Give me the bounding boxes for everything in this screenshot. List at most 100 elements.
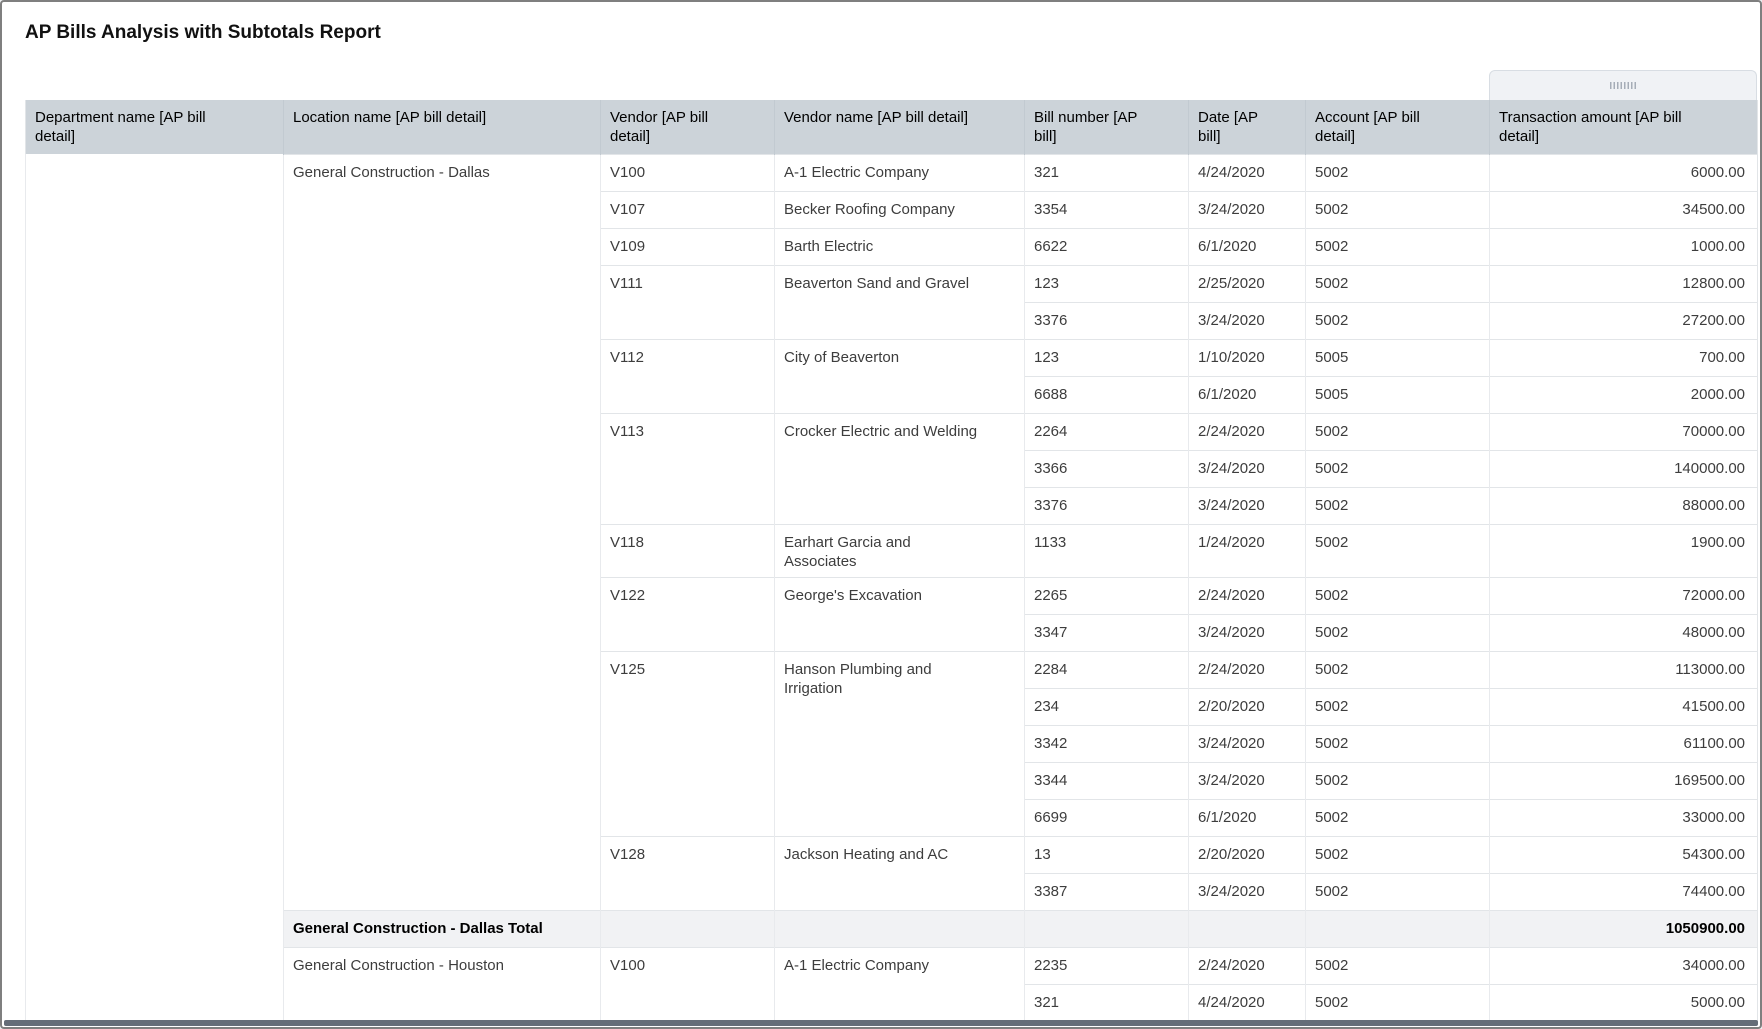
cell-account: 5002 bbox=[1306, 688, 1490, 725]
cell-bill-number: 3366 bbox=[1025, 450, 1189, 487]
cell-bill-date: 3/24/2020 bbox=[1189, 762, 1306, 799]
cell-vendor-name: A-1 Electric Company bbox=[775, 947, 1025, 1021]
cell-bill-number: 2264 bbox=[1025, 413, 1189, 450]
cell-bill-number: 123 bbox=[1025, 339, 1189, 376]
cell-account: 5002 bbox=[1306, 651, 1490, 688]
cell-transaction-amount: 12800.00 bbox=[1490, 265, 1758, 302]
cell-bill-number: 3387 bbox=[1025, 873, 1189, 910]
cell-bill-date: 1/10/2020 bbox=[1189, 339, 1306, 376]
cell-transaction-amount: 2000.00 bbox=[1490, 376, 1758, 413]
column-drag-handle[interactable] bbox=[1489, 70, 1757, 100]
cell-account: 5002 bbox=[1306, 762, 1490, 799]
cell-transaction-amount: 169500.00 bbox=[1490, 762, 1758, 799]
cell-transaction-amount: 88000.00 bbox=[1490, 487, 1758, 524]
cell-vendor-code: V107 bbox=[601, 191, 775, 228]
cell-transaction-amount: 140000.00 bbox=[1490, 450, 1758, 487]
column-header-0: Department name [AP bill detail] bbox=[26, 100, 284, 154]
cell-account: 5002 bbox=[1306, 799, 1490, 836]
cell-transaction-amount: 61100.00 bbox=[1490, 725, 1758, 762]
cell-bill-date: 3/24/2020 bbox=[1189, 614, 1306, 651]
cell-vendor-name: City of Beaverton bbox=[775, 339, 1025, 413]
cell-bill-number: 1133 bbox=[1025, 524, 1189, 577]
column-header-5: Date [AP bill] bbox=[1189, 100, 1306, 154]
cell-account: 5002 bbox=[1306, 947, 1490, 984]
cell-transaction-amount: 34500.00 bbox=[1490, 191, 1758, 228]
cell-vendor-name: Barth Electric bbox=[775, 228, 1025, 265]
cell-transaction-amount: 1900.00 bbox=[1490, 524, 1758, 577]
cell-bill-date: 3/24/2020 bbox=[1189, 302, 1306, 339]
cell-account: 5005 bbox=[1306, 376, 1490, 413]
cell-bill-date: 3/24/2020 bbox=[1189, 450, 1306, 487]
subtotal-empty-vendor bbox=[601, 910, 775, 947]
cell-location-name: General Construction - Houston bbox=[284, 947, 601, 1021]
cell-bill-date: 2/25/2020 bbox=[1189, 265, 1306, 302]
cell-account: 5002 bbox=[1306, 191, 1490, 228]
cell-bill-date: 2/20/2020 bbox=[1189, 688, 1306, 725]
cell-bill-number: 123 bbox=[1025, 265, 1189, 302]
cell-bill-number: 6622 bbox=[1025, 228, 1189, 265]
cell-vendor-name: Beaverton Sand and Gravel bbox=[775, 265, 1025, 339]
cell-transaction-amount: 5000.00 bbox=[1490, 984, 1758, 1021]
cell-bill-date: 3/24/2020 bbox=[1189, 725, 1306, 762]
cell-account: 5002 bbox=[1306, 265, 1490, 302]
report-area: Department name [AP bill detail]Location… bbox=[25, 48, 1757, 1021]
cell-vendor-name: George's Excavation bbox=[775, 577, 1025, 651]
cell-vendor-code: V113 bbox=[601, 413, 775, 524]
cell-vendor-code: V112 bbox=[601, 339, 775, 413]
cell-account: 5002 bbox=[1306, 450, 1490, 487]
cell-account: 5002 bbox=[1306, 873, 1490, 910]
cell-account: 5002 bbox=[1306, 577, 1490, 614]
cell-transaction-amount: 700.00 bbox=[1490, 339, 1758, 376]
cell-bill-date: 6/1/2020 bbox=[1189, 228, 1306, 265]
cell-transaction-amount: 54300.00 bbox=[1490, 836, 1758, 873]
cell-bill-number: 2284 bbox=[1025, 651, 1189, 688]
cell-transaction-amount: 33000.00 bbox=[1490, 799, 1758, 836]
cell-vendor-code: V109 bbox=[601, 228, 775, 265]
cell-transaction-amount: 72000.00 bbox=[1490, 577, 1758, 614]
subtotal-empty-account bbox=[1306, 910, 1490, 947]
cell-bill-date: 6/1/2020 bbox=[1189, 376, 1306, 413]
ap-bills-table: Department name [AP bill detail]Location… bbox=[25, 100, 1758, 1021]
cell-account: 5002 bbox=[1306, 614, 1490, 651]
horizontal-scrollbar[interactable] bbox=[4, 1020, 1758, 1026]
cell-bill-number: 6699 bbox=[1025, 799, 1189, 836]
cell-account: 5002 bbox=[1306, 228, 1490, 265]
cell-vendor-code: V100 bbox=[601, 154, 775, 191]
subtotal-label: General Construction - Dallas Total bbox=[284, 910, 601, 947]
cell-vendor-name: A-1 Electric Company bbox=[775, 154, 1025, 191]
subtotal-row: General Construction - Dallas Total10509… bbox=[26, 910, 1758, 947]
report-title: AP Bills Analysis with Subtotals Report bbox=[2, 2, 1760, 48]
cell-bill-date: 6/1/2020 bbox=[1189, 799, 1306, 836]
cell-account: 5002 bbox=[1306, 836, 1490, 873]
cell-transaction-amount: 48000.00 bbox=[1490, 614, 1758, 651]
cell-location-name: General Construction - Dallas bbox=[284, 154, 601, 910]
table-header-row: Department name [AP bill detail]Location… bbox=[26, 100, 1758, 154]
cell-transaction-amount: 1000.00 bbox=[1490, 228, 1758, 265]
cell-transaction-amount: 74400.00 bbox=[1490, 873, 1758, 910]
cell-bill-number: 2235 bbox=[1025, 947, 1189, 984]
cell-bill-date: 4/24/2020 bbox=[1189, 154, 1306, 191]
cell-bill-number: 234 bbox=[1025, 688, 1189, 725]
cell-vendor-name: Jackson Heating and AC bbox=[775, 836, 1025, 910]
cell-account: 5002 bbox=[1306, 524, 1490, 577]
subtotal-empty-bill bbox=[1025, 910, 1189, 947]
cell-bill-number: 321 bbox=[1025, 984, 1189, 1021]
cell-bill-date: 4/24/2020 bbox=[1189, 984, 1306, 1021]
cell-vendor-code: V128 bbox=[601, 836, 775, 910]
cell-bill-number: 3354 bbox=[1025, 191, 1189, 228]
column-header-1: Location name [AP bill detail] bbox=[284, 100, 601, 154]
cell-bill-number: 6688 bbox=[1025, 376, 1189, 413]
cell-transaction-amount: 41500.00 bbox=[1490, 688, 1758, 725]
grip-icon bbox=[1610, 82, 1637, 89]
cell-bill-date: 2/24/2020 bbox=[1189, 577, 1306, 614]
column-header-2: Vendor [AP bill detail] bbox=[601, 100, 775, 154]
cell-vendor-code: V100 bbox=[601, 947, 775, 1021]
cell-bill-date: 2/24/2020 bbox=[1189, 413, 1306, 450]
cell-account: 5002 bbox=[1306, 487, 1490, 524]
column-header-3: Vendor name [AP bill detail] bbox=[775, 100, 1025, 154]
cell-bill-date: 3/24/2020 bbox=[1189, 191, 1306, 228]
cell-bill-date: 3/24/2020 bbox=[1189, 487, 1306, 524]
cell-bill-number: 13 bbox=[1025, 836, 1189, 873]
cell-bill-date: 2/24/2020 bbox=[1189, 651, 1306, 688]
cell-vendor-name: Becker Roofing Company bbox=[775, 191, 1025, 228]
